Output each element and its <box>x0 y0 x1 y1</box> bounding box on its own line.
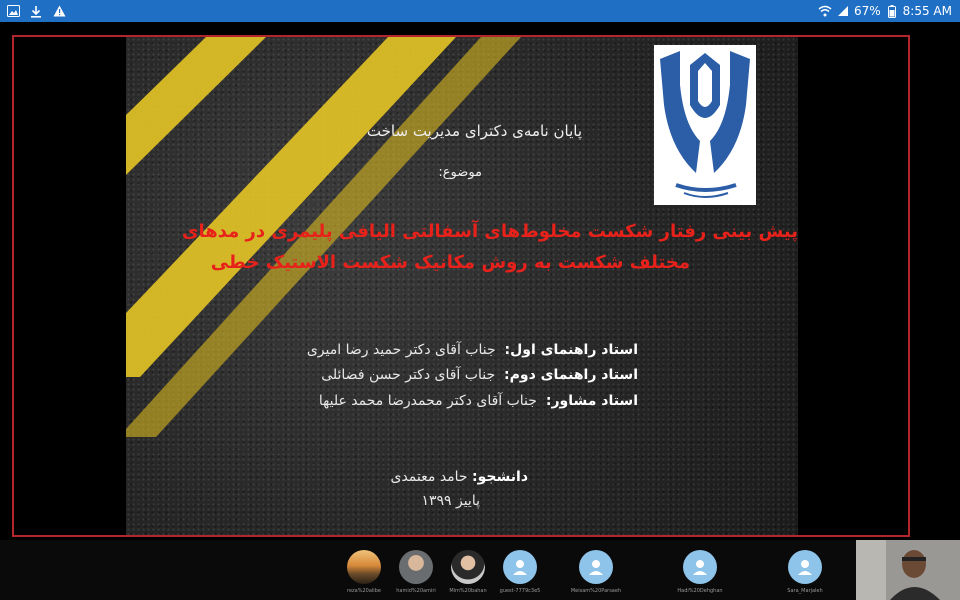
participant-name: Mim%20bahan <box>449 588 487 594</box>
battery-icon <box>885 4 899 18</box>
presentation-slide: پایان نامه‌ی دکترای مدیریت ساخت موضوع: پ… <box>126 37 798 535</box>
participant-name: guest-7779c3e5 <box>499 588 541 594</box>
user-avatar-icon <box>503 550 537 584</box>
advisor-name: جناب آقای دکتر محمدرضا محمد علیها <box>318 393 537 409</box>
user-avatar-icon <box>788 550 822 584</box>
university-logo <box>654 45 756 205</box>
student-name: حامد معتمدی <box>390 469 468 485</box>
participant-tile[interactable]: reza%20alibe <box>334 540 394 600</box>
advisor-role: استاد راهنمای اول: <box>504 342 638 358</box>
participant-photo <box>347 550 381 584</box>
signal-icon <box>836 4 850 18</box>
participant-photo <box>451 550 485 584</box>
subject-label: موضوع: <box>438 165 482 180</box>
status-bar: 67% 8:55 AM <box>0 0 960 22</box>
photo-notification-icon <box>6 4 20 18</box>
wifi-icon <box>818 4 832 18</box>
user-avatar-icon <box>579 550 613 584</box>
self-video-thumbnail[interactable] <box>856 540 960 600</box>
participant-tile[interactable]: Hadi%20Dehghan <box>670 540 730 600</box>
download-icon <box>29 4 43 18</box>
battery-percent: 67% <box>854 4 881 18</box>
advisor-name: جناب آقای دکتر حسن فضائلی <box>321 367 496 383</box>
advisor-role: استاد مشاور: <box>545 393 638 409</box>
participant-tile[interactable]: guest-7779c3e5 <box>490 540 550 600</box>
user-avatar-icon <box>683 550 717 584</box>
participant-name: Meisam%20Parsaeh <box>570 588 622 594</box>
advisor-role: استاد راهنمای دوم: <box>504 367 638 383</box>
advisor-name: جناب آقای دکتر حمید رضا امیری <box>306 342 496 358</box>
participant-name: Hadi%20Dehghan <box>677 588 723 594</box>
slide-title-line1: پیش بینی رفتار شکست مخلوط‌های آسفالتی ال… <box>182 221 798 242</box>
participants-strip: reza%20alibe hamid%20amiri Mim%20bahan g… <box>0 540 960 600</box>
participant-tile[interactable]: Meisam%20Parsaeh <box>566 540 626 600</box>
advisor-row: استاد مشاور: جناب آقای دکتر محمدرضا محمد… <box>319 393 638 409</box>
student-role: دانشجو: <box>472 469 528 485</box>
participant-name: reza%20alibe <box>347 588 381 594</box>
participant-name: hamid%20amiri <box>396 588 436 594</box>
participant-photo <box>399 550 433 584</box>
thesis-label: پایان نامه‌ی دکترای مدیریت ساخت <box>366 122 582 140</box>
slide-title-line2: مختلف شکست به روش مکانیک شکست الاستیک خط… <box>210 252 690 273</box>
status-time: 8:55 AM <box>902 4 952 18</box>
warning-icon <box>52 4 66 18</box>
participant-tile[interactable]: Sara_Marjaleh <box>775 540 835 600</box>
advisor-row: استاد راهنمای دوم: جناب آقای دکتر حسن فض… <box>321 367 638 383</box>
student-row: دانشجو: حامد معتمدی <box>390 469 528 485</box>
participant-tile[interactable]: Mim%20bahan <box>438 540 498 600</box>
participant-name: Sara_Marjaleh <box>787 588 823 594</box>
semester-label: پاییز ۱۳۹۹ <box>421 493 480 509</box>
participant-tile[interactable]: hamid%20amiri <box>386 540 446 600</box>
advisor-row: استاد راهنمای اول: جناب آقای دکتر حمید ر… <box>307 342 638 358</box>
